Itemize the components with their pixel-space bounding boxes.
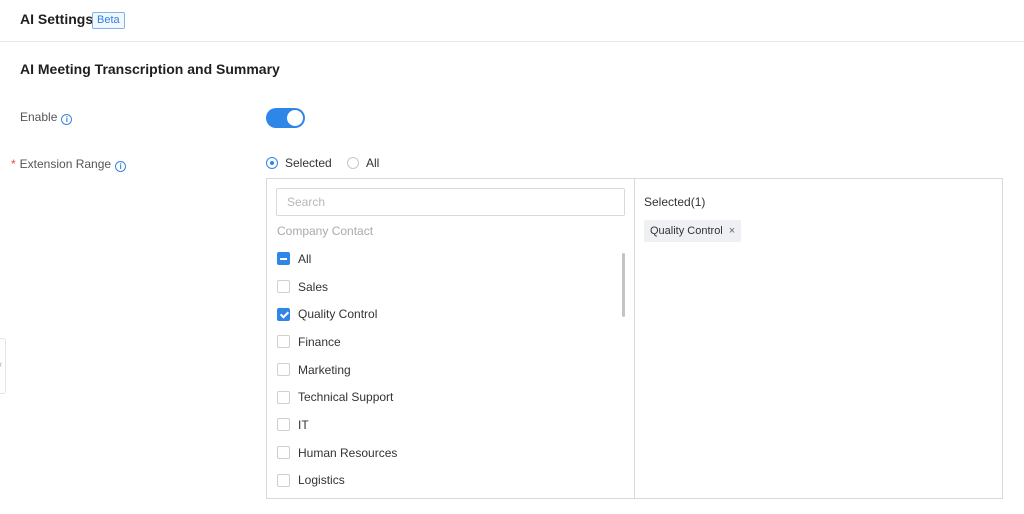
checkbox-sales[interactable] bbox=[277, 280, 290, 294]
enable-label-text: Enable bbox=[20, 110, 58, 124]
checkbox-quality-control[interactable] bbox=[277, 307, 290, 321]
selected-tag-quality-control: Quality Control × bbox=[644, 220, 742, 242]
list-item-label: Finance bbox=[298, 334, 341, 349]
list-scrollbar[interactable] bbox=[622, 253, 625, 317]
list-item-label: IT bbox=[298, 417, 309, 432]
info-icon[interactable]: i bbox=[115, 161, 127, 172]
list-item-finance[interactable]: Finance bbox=[267, 328, 622, 356]
list-item-label: Quality Control bbox=[298, 307, 378, 322]
selected-tag-label: Quality Control bbox=[650, 225, 723, 237]
group-label: Company Contact bbox=[277, 224, 374, 238]
extension-transfer: Company Contact All Sales Quality Contro… bbox=[266, 178, 1003, 499]
radio-selected[interactable]: Selected bbox=[266, 156, 332, 170]
close-icon[interactable]: × bbox=[729, 225, 735, 237]
info-icon[interactable]: i bbox=[61, 114, 73, 125]
required-mark: * bbox=[11, 157, 16, 171]
checkbox-it[interactable] bbox=[277, 418, 290, 432]
list-item-label: All bbox=[298, 251, 312, 266]
list-item-label: Technical Support bbox=[298, 390, 394, 405]
list-item-technical-support[interactable]: Technical Support bbox=[267, 383, 622, 411]
enable-label: Enable i bbox=[20, 110, 73, 125]
checkbox-technical-support[interactable] bbox=[277, 390, 290, 404]
list-item-marketing[interactable]: Marketing bbox=[267, 356, 622, 384]
list-item-human-resources[interactable]: Human Resources bbox=[267, 439, 622, 467]
list-item-sales[interactable]: Sales bbox=[267, 273, 622, 301]
transfer-selected-panel: Selected(1) Quality Control × bbox=[635, 179, 1002, 498]
checkbox-marketing[interactable] bbox=[277, 363, 290, 377]
search-input[interactable] bbox=[276, 188, 625, 216]
chevron-left-icon: ‹ bbox=[0, 359, 2, 369]
checkbox-all[interactable] bbox=[277, 252, 290, 266]
department-list: All Sales Quality Control Finance Market… bbox=[267, 245, 622, 494]
radio-selected-circle[interactable] bbox=[266, 157, 278, 169]
checkbox-finance[interactable] bbox=[277, 335, 290, 349]
list-item-label: Sales bbox=[298, 279, 329, 294]
extension-range-label: * Extension Range i bbox=[11, 157, 127, 172]
checkbox-human-resources[interactable] bbox=[277, 446, 290, 460]
radio-all-circle[interactable] bbox=[347, 157, 359, 169]
extension-range-label-text: Extension Range bbox=[19, 157, 112, 171]
beta-badge: Beta bbox=[92, 12, 125, 29]
page-title: AI Settings bbox=[20, 11, 94, 27]
toggle-knob bbox=[287, 110, 303, 126]
list-item-logistics[interactable]: Logistics bbox=[267, 467, 622, 495]
radio-selected-label: Selected bbox=[285, 156, 332, 170]
radio-all[interactable]: All bbox=[347, 156, 379, 170]
list-item-label: Marketing bbox=[298, 362, 351, 377]
enable-toggle[interactable] bbox=[266, 108, 305, 128]
list-item-quality-control[interactable]: Quality Control bbox=[267, 300, 622, 328]
transfer-source-panel: Company Contact All Sales Quality Contro… bbox=[267, 179, 635, 498]
checkbox-logistics[interactable] bbox=[277, 473, 290, 487]
list-item-it[interactable]: IT bbox=[267, 411, 622, 439]
list-item-label: Logistics bbox=[298, 473, 345, 488]
list-item-all[interactable]: All bbox=[267, 245, 622, 273]
radio-all-label: All bbox=[366, 156, 380, 170]
section-title: AI Meeting Transcription and Summary bbox=[20, 61, 280, 77]
selected-count-title: Selected(1) bbox=[644, 195, 706, 209]
page-header: AI Settings Beta bbox=[0, 0, 1024, 42]
list-item-label: Human Resources bbox=[298, 445, 398, 460]
side-panel-handle[interactable]: ‹ bbox=[0, 338, 6, 394]
